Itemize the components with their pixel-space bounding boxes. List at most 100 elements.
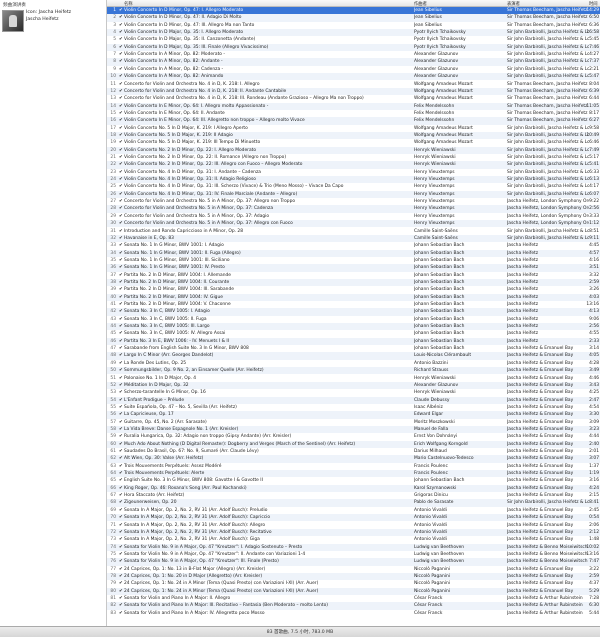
table-row[interactable]: 81 ✔ Sonata for Violin and Piano In A Majo… — [107, 595, 600, 602]
column-album[interactable]: 表演者 — [507, 1, 520, 7]
album-art[interactable] — [2, 10, 24, 32]
track-performer: Sir John Barbirolli, Jascha Heifetz & Lo… — [507, 37, 589, 43]
table-row[interactable]: 58 ✔ La Vida Breve: Danse Espagnole No. 1 … — [107, 425, 600, 434]
table-row[interactable]: 33 ✔ Sonata No. 1 In G Minor, BWV 1001: I.… — [107, 242, 600, 249]
table-row[interactable]: 20 ✔ Violin Concerto No. 2 In D Minor, Op.… — [107, 146, 600, 154]
table-row[interactable]: 62 ✔ Alt Wien, Op. 30: Valse (Arr. Heifetz… — [107, 455, 600, 463]
table-row[interactable]: 57 ✔ Guitarre, Op. 45, No. 2 (Arr. Sarasat… — [107, 419, 600, 426]
table-row[interactable]: 39 ✔ Partita No. 2 In D Minor, BWV 1004: I… — [107, 286, 600, 293]
track-composer: Antonio Vivaldi — [414, 522, 447, 528]
table-row[interactable]: 44 ✔ Sonata No. 3 In C, BWV 1005: III. Lar… — [107, 323, 600, 331]
table-row[interactable]: 37 ✔ Partita No. 2 In D Minor, BWV 1004: I… — [107, 272, 600, 279]
table-row[interactable]: 80 ✔ 24 Caprices, Op. 1: No. 24 in A Minor… — [107, 587, 600, 595]
table-row[interactable]: 56 ✔ La Capricieuse, Op. 17 Edward Elgar Jas… — [107, 411, 600, 419]
table-row[interactable]: 76 ✔ Sonata for Violin No. 9 in A Major, O… — [107, 558, 600, 566]
table-row[interactable]: 51 ✔ Polonaise No. 1 In D Major, Op. 4 Henr… — [107, 375, 600, 382]
table-row[interactable]: 28 ✔ Concerto for Violin and Orchestra No.… — [107, 205, 600, 213]
table-row[interactable]: 79 ✔ 24 Caprices, Op. 1: No. 24 in A Minor… — [107, 580, 600, 587]
table-row[interactable]: 38 ✔ Partita No. 2 In D Minor, BWV 1004: I… — [107, 278, 600, 287]
table-row[interactable]: 3 ✔ Violin Concerto In D Minor, Op. 47: II… — [107, 22, 600, 29]
track-performer: Jascha Heifetz & Emanuel Bay — [507, 515, 574, 521]
track-composer: Wolfgang Amadeus Mozart — [414, 140, 473, 146]
table-row[interactable]: 49 ✔ La Ronde Des Lutins, Op. 25 Antonio Ba… — [107, 360, 600, 367]
track-number: 43 — [110, 316, 116, 322]
table-row[interactable]: 53 ✔ Scherzo-tarantelle In G Minor, Op. 16… — [107, 389, 600, 396]
track-time: 16:58 — [586, 30, 599, 36]
table-row[interactable]: 69 ✔ Sonata In A Major, Op. 2, No. 2, RV 3… — [107, 507, 600, 514]
table-row[interactable]: 42 ✔ Sonata No. 3 In C, BWV 1005: I. Adagi… — [107, 308, 600, 316]
table-row[interactable]: 43 ✔ Sonata No. 3 In C, BWV 1005: II. Fuga… — [107, 316, 600, 323]
table-row[interactable]: 1 ✔ Violin Concerto In D Minor, Op. 47: I.… — [107, 7, 600, 15]
table-row[interactable]: 30 ✔ Concerto for Violin and Orchestra No.… — [107, 220, 600, 228]
table-row[interactable]: 71 ✔ Sonata In A Major, Op. 2, No. 2, RV 3… — [107, 522, 600, 529]
table-row[interactable]: 47 ✔ Sarabande from English Suite No. 3 In… — [107, 345, 600, 352]
table-row[interactable]: 2 ✔ Violin Concerto In D Minor, Op. 47: II… — [107, 14, 600, 22]
table-row[interactable]: 7 ✔ Violin Concerto In A Minor, Op. 82: Mo… — [107, 51, 600, 58]
table-row[interactable]: 59 ✔ Ruralia Hungarica, Op. 32: Adagio non… — [107, 433, 600, 440]
table-row[interactable]: 40 ✔ Partita No. 2 In D Minor, BWV 1004: I… — [107, 293, 600, 301]
table-row[interactable]: 11 ✔ Concerto for Violin and Orchestra No.… — [107, 81, 600, 88]
table-row[interactable]: 45 ✔ Sonata No. 3 In C, BWV 1005: IV. Alle… — [107, 330, 600, 337]
table-row[interactable]: 34 ✔ Sonata No. 1 In G Minor, BWV 1001: II… — [107, 249, 600, 257]
table-row[interactable]: 31 ✔ Introduction and Rondo Capriccioso in… — [107, 228, 600, 235]
table-row[interactable]: 52 ✔ Méditation In D Major, Op. 32 Alexande… — [107, 381, 600, 390]
table-row[interactable]: 14 ✔ Violin Concerto In E Minor, Op. 64: I… — [107, 102, 600, 110]
table-row[interactable]: 46 ✔ Partita No. 3 In E, BWV 1006: - IV. M… — [107, 337, 600, 346]
column-title[interactable]: 名称 — [124, 1, 133, 7]
table-row[interactable]: 17 ✔ Violin Concerto No. 5 In D Major, K. … — [107, 125, 600, 132]
table-row[interactable]: 25 ✔ Violin Concerto No. 4 In D Minor, Op.… — [107, 183, 600, 190]
table-row[interactable]: 61 ✔ Saudades Do Brasil, Op. 67: No. 9, Su… — [107, 448, 600, 455]
track-composer: Henry Vieuxtemps — [414, 184, 455, 190]
table-row[interactable]: 19 ✔ Violin Concerto No. 5 In D Major, K. … — [107, 139, 600, 146]
table-row[interactable]: 5 ✔ Violin Concerto In D Major, Op. 35: II… — [107, 36, 600, 43]
table-row[interactable]: 78 ✔ 24 Caprices, Op. 1: No. 20 in D Major… — [107, 572, 600, 581]
table-row[interactable]: 68 ✔ Zigeunerweisen, Op. 20 Pablo de Sarasa… — [107, 499, 600, 507]
table-row[interactable]: 64 ✔ Trois Mouvements Perpétuels: Alerte Fr… — [107, 470, 600, 478]
table-row[interactable]: 21 ✔ Violin Concerto No. 2 In D Minor, Op.… — [107, 154, 600, 161]
table-row[interactable]: 4 ✔ Violin Concerto In D Major, Op. 35: I.… — [107, 29, 600, 37]
table-row[interactable]: 60 ✔ Much Ado About Nothing (D Digital Rem… — [107, 440, 600, 448]
table-row[interactable]: 50 ✔ Sommungsbilder, Op. 9 No. 2, an Einsa… — [107, 367, 600, 375]
track-time: 3:22 — [589, 566, 599, 572]
table-row[interactable]: 18 ✔ Violin Concerto No. 5 In D Major, K. … — [107, 131, 600, 140]
table-row[interactable]: 16 ✔ Violin Concerto In E Minor, Op. 64: I… — [107, 117, 600, 125]
table-row[interactable]: 66 ✔ King Roger, Op. 46: Roxana's Song (Ar… — [107, 484, 600, 493]
table-row[interactable]: 26 ✔ Violin Concerto No. 4 In D Minor, Op.… — [107, 190, 600, 199]
table-row[interactable]: 67 ✔ Hora Staccato (Arr. Heifetz) Grigoras … — [107, 492, 600, 499]
table-row[interactable]: 29 ✔ Concerto for Violin and Orchestra No.… — [107, 213, 600, 220]
table-row[interactable]: 70 ✔ Sonata In A Major, Op. 2, No. 2, RV 3… — [107, 514, 600, 522]
table-row[interactable]: 72 ✔ Sonata In A Major, Op. 2, No. 2, RV 3… — [107, 528, 600, 537]
table-row[interactable]: 15 ✔ Violin Concerto In E Minor, Op. 64: I… — [107, 110, 600, 117]
table-row[interactable]: 65 ✔ English Suite No. 3 In G Minor, BWV 8… — [107, 477, 600, 484]
table-row[interactable]: 55 ✔ Suite Española, Op. 47 – No. 5, Sevil… — [107, 404, 600, 411]
table-row[interactable]: 9 ✔ Violin Concerto In A Minor, Op. 82: Ca… — [107, 66, 600, 73]
table-row[interactable]: 23 ✔ Violin Concerto No. 4 In D Minor, Op.… — [107, 169, 600, 176]
table-row[interactable]: 75 ✔ Sonata for Violin No. 9 in A Major, O… — [107, 551, 600, 558]
table-row[interactable]: 35 ✔ Sonata No. 1 In G Minor, BWV 1001: II… — [107, 257, 600, 264]
table-row[interactable]: 24 ✔ Violin Concerto No. 4 In D Minor, Op.… — [107, 176, 600, 184]
table-row[interactable]: 74 ✔ Sonata for Violin No. 9 in A Major, O… — [107, 543, 600, 551]
track-composer: Alexander Glazunov — [414, 74, 459, 80]
track-composer: Pyotr Ilyich Tchaikovsky — [414, 44, 466, 50]
column-time[interactable]: 时间 — [589, 1, 598, 7]
table-row[interactable]: 27 ✔ Concerto for Violin and Orchestra No.… — [107, 198, 600, 205]
table-row[interactable]: 63 ✔ Trois Mouvements Perpétuels: Assez Mo… — [107, 463, 600, 470]
table-row[interactable]: 6 ✔ Violin Concerto In D Major, Op. 35: II… — [107, 43, 600, 52]
table-row[interactable]: 82 ✔ Sonata for Violin and Piano In A Majo… — [107, 602, 600, 610]
table-row[interactable]: 8 ✔ Violin Concerto In A Minor, Op. 82: An… — [107, 58, 600, 66]
table-row[interactable]: 13 ✔ Concerto for Violin and Orchestra No.… — [107, 95, 600, 102]
table-row[interactable]: 54 ✔ L'Enfant Prodigue – Prélude Claude Deb… — [107, 396, 600, 404]
table-row[interactable]: 77 ✔ 24 Caprices, Op. 1: No. 13 in B-Flat … — [107, 566, 600, 573]
table-row[interactable]: 36 ✔ Sonata No. 1 In G Minor, BWV 1001: IV… — [107, 264, 600, 272]
table-row[interactable]: 73 ✔ Sonata In A Major, Op. 2, No. 2, RV 3… — [107, 536, 600, 543]
table-row[interactable]: 48 ✔ Largo In C Minor (Arr. Georges Dandel… — [107, 352, 600, 360]
track-composer: Louis-Nicolas Clérambault — [414, 353, 472, 359]
table-row[interactable]: 83 ✔ Sonata for Violin and Piano In A Majo… — [107, 610, 600, 617]
table-row[interactable]: 41 ✔ Partita No. 2 In D Minor, BWV 1004: V… — [107, 301, 600, 308]
table-row[interactable]: 32 ✔ Havanaise in E, Op. 83 Camille Saint-S… — [107, 234, 600, 243]
table-row[interactable]: 10 ✔ Violin Concerto In A Minor, Op. 82: A… — [107, 73, 600, 81]
column-artist[interactable]: 作曲者 — [414, 1, 427, 7]
table-row[interactable]: 22 ✔ Violin Concerto No. 2 In D Minor, Op.… — [107, 161, 600, 169]
table-row[interactable]: 12 ✔ Concerto for Violin and Orchestra No.… — [107, 87, 600, 96]
track-time: 5:17 — [589, 155, 599, 160]
